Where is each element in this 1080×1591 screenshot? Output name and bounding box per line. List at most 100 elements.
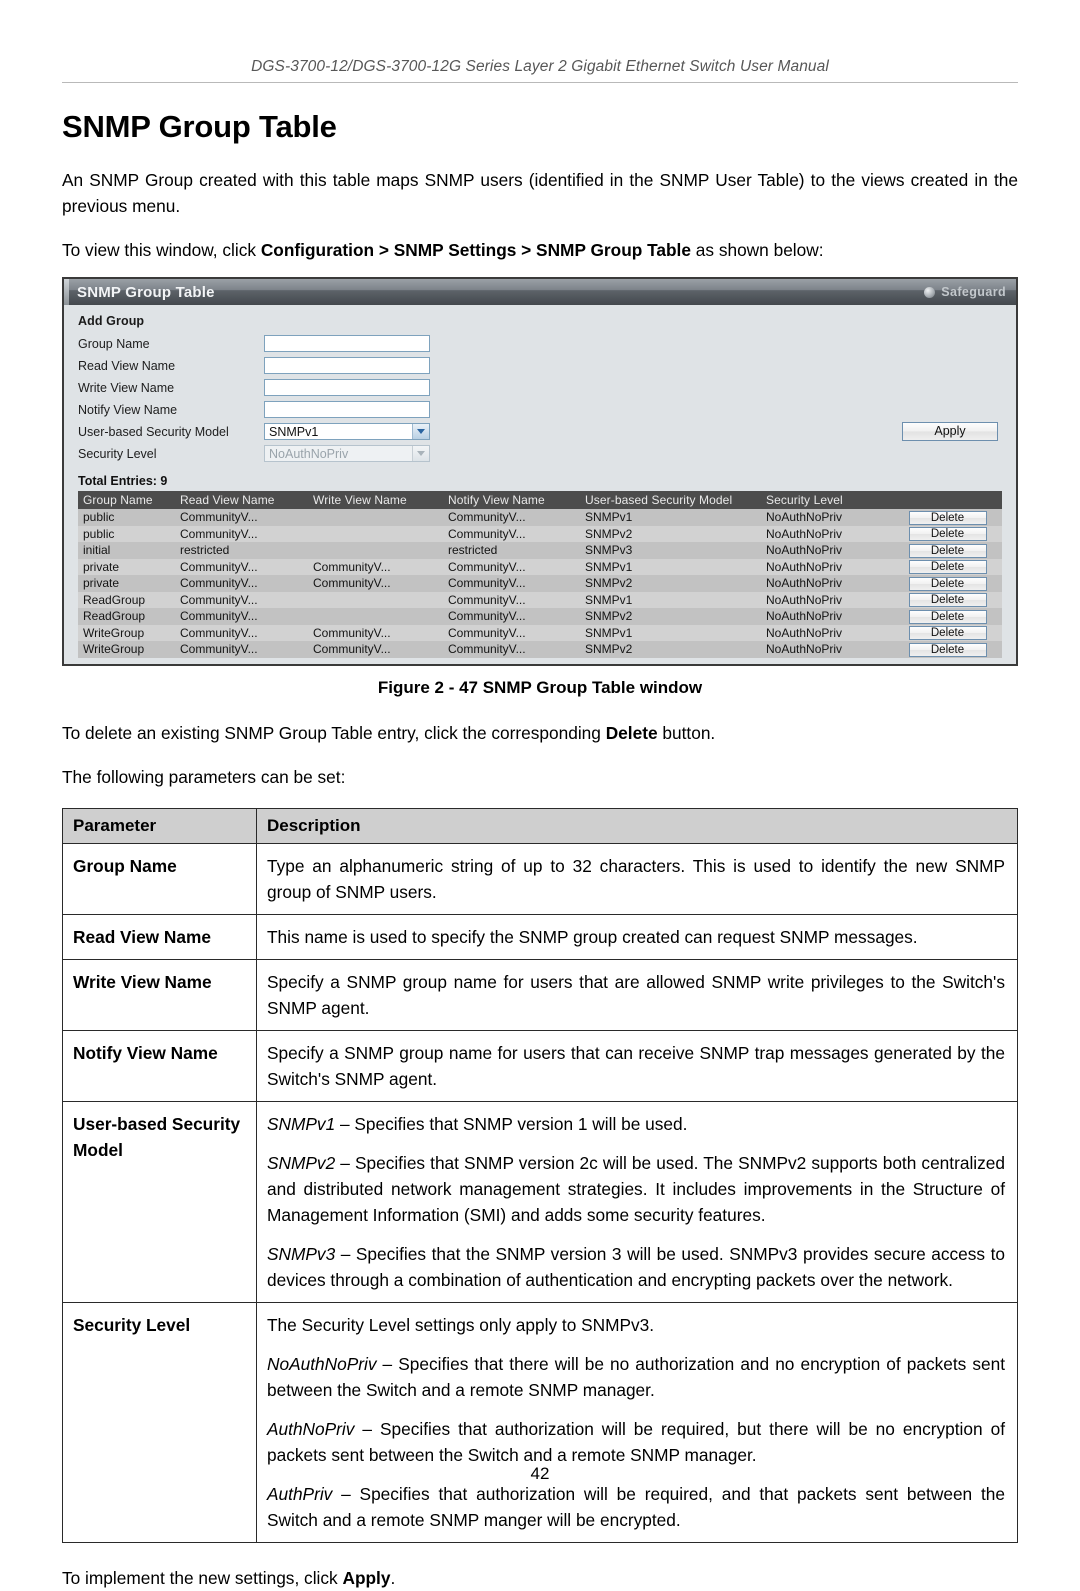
param-description: Type an alphanumeric string of up to 32 … [256, 842, 1018, 915]
param-description-paragraph: Specify a SNMP group name for users that… [267, 971, 1005, 1018]
grid-cell-actions: Delete [893, 641, 1002, 658]
grid-cell-read: CommunityV... [175, 641, 308, 658]
param-description: This name is used to specify the SNMP gr… [256, 913, 1018, 960]
grid-header-security-model: User-based Security Model [580, 491, 761, 509]
grid-row: private CommunityV... CommunityV... Communi… [78, 575, 1002, 592]
read-view-name-label: Read View Name [78, 358, 176, 373]
param-description-paragraph: NoAuthNoPriv – Specifies that there will… [267, 1353, 1005, 1400]
grid-row: WriteGroup CommunityV... CommunityV... Comm… [78, 641, 1002, 658]
grid-cell-level: NoAuthNoPriv [761, 641, 893, 658]
param-description-paragraph: SNMPv2 – Specifies that SNMP version 2c … [267, 1152, 1005, 1225]
grid-cell-group: initial [78, 542, 175, 559]
grid-cell-actions: Delete [893, 591, 1002, 608]
grid-cell-notify: CommunityV... [443, 509, 580, 526]
grid-cell-model: SNMPv2 [580, 608, 761, 625]
delete-button[interactable]: Delete [908, 609, 987, 624]
security-model-label: User-based Security Model [78, 424, 229, 439]
grid-cell-write [308, 591, 443, 608]
param-description-paragraph: Specify a SNMP group name for users that… [267, 1042, 1005, 1089]
grid-row: initial restricted restricted SNMPv3 NoAuthN… [78, 542, 1002, 559]
grid-cell-read: CommunityV... [175, 591, 308, 608]
delete-button[interactable]: Delete [908, 510, 987, 525]
param-term: NoAuthNoPriv [267, 1353, 377, 1374]
grid-cell-read: restricted [175, 542, 308, 559]
grid-cell-model: SNMPv1 [580, 558, 761, 575]
closing-instruction: To implement the new settings, click App… [62, 1565, 1018, 1591]
chevron-down-icon [412, 424, 429, 439]
grid-cell-actions: Delete [893, 575, 1002, 592]
param-term: SNMPv3 [267, 1243, 336, 1264]
delete-button[interactable]: Delete [908, 626, 987, 641]
running-header-text: DGS-3700-12/DGS-3700-12G Series Layer 2 … [251, 58, 829, 75]
grid-cell-model: SNMPv2 [580, 525, 761, 542]
closing-bold: Apply [342, 1567, 391, 1588]
nav-prefix: To view this window, click [62, 240, 261, 260]
total-entries-label: Total Entries: 9 [78, 474, 168, 488]
ui-title-bar: SNMP Group Table Safeguard [64, 279, 1016, 305]
grid-header-actions [893, 491, 1002, 509]
delete-button[interactable]: Delete [908, 576, 987, 591]
delete-button[interactable]: Delete [908, 560, 987, 575]
delete-instruction: To delete an existing SNMP Group Table e… [62, 720, 1018, 746]
grid-cell-group: public [78, 525, 175, 542]
group-name-input[interactable] [264, 335, 430, 352]
grid-cell-read: CommunityV... [175, 525, 308, 542]
param-term: AuthPriv [267, 1483, 333, 1504]
delete-button[interactable]: Delete [908, 527, 987, 542]
grid-cell-notify: CommunityV... [443, 558, 580, 575]
form-row-write-view-name: Write View Name [78, 377, 1004, 398]
safeguard-status-icon [924, 286, 936, 298]
grid-header-notify-view-name: Notify View Name [443, 491, 580, 509]
grid-cell-read: CommunityV... [175, 509, 308, 526]
page-title: SNMP Group Table [62, 109, 337, 144]
write-view-name-input[interactable] [264, 379, 430, 396]
grid-cell-notify: CommunityV... [443, 608, 580, 625]
security-model-select[interactable]: SNMPv1 [264, 423, 430, 440]
grid-cell-notify: CommunityV... [443, 641, 580, 658]
param-description-paragraph: The Security Level settings only apply t… [267, 1314, 655, 1335]
param-description-paragraph: This name is used to specify the SNMP gr… [267, 926, 918, 947]
grid-cell-level: NoAuthNoPriv [761, 575, 893, 592]
param-description: The Security Level settings only apply t… [256, 1301, 1018, 1543]
param-description-paragraph: Type an alphanumeric string of up to 32 … [267, 855, 1005, 902]
delete-button[interactable]: Delete [908, 593, 987, 608]
grid-cell-model: SNMPv1 [580, 509, 761, 526]
snmp-group-grid: Group Name Read View Name Write View Nam… [78, 491, 1002, 658]
document-page: DGS-3700-12/DGS-3700-12G Series Layer 2 … [0, 0, 1080, 1588]
grid-cell-actions: Delete [893, 542, 1002, 559]
grid-cell-write [308, 509, 443, 526]
param-name: Read View Name [62, 913, 257, 960]
notify-view-name-input[interactable] [264, 401, 430, 418]
param-description-paragraph: AuthNoPriv – Specifies that authorizatio… [267, 1418, 1005, 1465]
grid-cell-group: WriteGroup [78, 641, 175, 658]
ui-window-body: Add Group Group Name Read View Name Writ… [64, 305, 1016, 664]
param-name: Write View Name [62, 958, 257, 1031]
form-row-security-level: Security Level NoAuthNoPriv [78, 443, 1004, 464]
grid-cell-notify: CommunityV... [443, 575, 580, 592]
param-name: Notify View Name [62, 1029, 257, 1102]
grid-cell-notify: CommunityV... [443, 525, 580, 542]
param-term: SNMPv2 [267, 1152, 336, 1173]
grid-cell-group: WriteGroup [78, 624, 175, 641]
switch-web-ui-window: SNMP Group Table Safeguard Add Group Gro… [62, 277, 1018, 666]
apply-button[interactable]: Apply [902, 422, 998, 441]
delete-button[interactable]: Delete [908, 543, 987, 558]
grid-cell-group: ReadGroup [78, 608, 175, 625]
grid-cell-actions: Delete [893, 558, 1002, 575]
security-model-selected-value: SNMPv1 [269, 424, 319, 439]
grid-cell-write: CommunityV... [308, 575, 443, 592]
grid-cell-group: private [78, 558, 175, 575]
param-row: Read View Name This name is used to speci… [62, 913, 1018, 960]
param-term: SNMPv1 [267, 1113, 336, 1134]
grid-cell-level: NoAuthNoPriv [761, 608, 893, 625]
security-level-select: NoAuthNoPriv [264, 445, 430, 462]
grid-row: public CommunityV... CommunityV... SNMPv1 No… [78, 509, 1002, 526]
grid-cell-notify: CommunityV... [443, 591, 580, 608]
add-group-section-label: Add Group [78, 314, 145, 328]
delete-button[interactable]: Delete [908, 642, 987, 657]
safeguard-indicator[interactable]: Safeguard [924, 285, 1006, 299]
parameter-description-table: Parameter Description Group Name Type an … [62, 807, 1018, 1543]
read-view-name-input[interactable] [264, 357, 430, 374]
delete-instruction-prefix: To delete an existing SNMP Group Table e… [62, 722, 606, 743]
param-description: SNMPv1 – Specifies that SNMP version 1 w… [256, 1100, 1018, 1303]
